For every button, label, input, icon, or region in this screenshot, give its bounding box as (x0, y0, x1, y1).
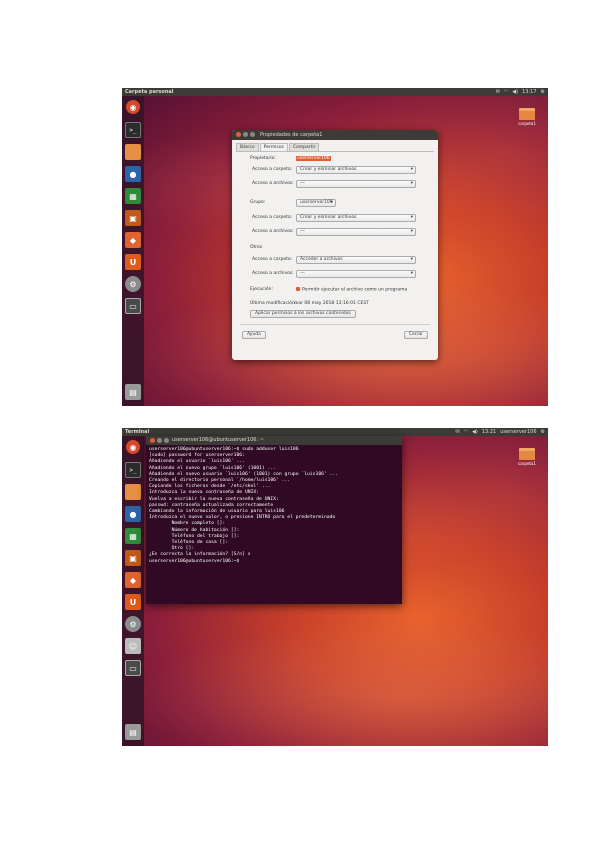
terminal-output[interactable]: userserver106@ubuntuserver106:~$ sudo ad… (146, 445, 402, 567)
close-window-button[interactable] (150, 438, 155, 443)
window-controls (236, 132, 255, 137)
launcher: ◉ >_ ● ▦ ▣ ◆ U ⚙ ▭ ▤ (122, 96, 144, 406)
others-file-access-select[interactable]: --- (296, 270, 416, 278)
dash-icon[interactable]: ◉ (126, 440, 140, 454)
terminal-icon[interactable]: >_ (125, 462, 141, 478)
others-folder-access-label: Acceso a carpeta: (252, 257, 293, 262)
user-menu[interactable]: userserver106 (500, 428, 536, 436)
volume-icon[interactable]: ◀) (472, 428, 478, 436)
tab-compartir[interactable]: Compartir (288, 143, 320, 151)
dialog-titlebar[interactable]: Propiedades de carpeta1 (232, 130, 438, 140)
firefox-icon[interactable]: ● (125, 166, 141, 182)
modified-value: mar 08 may 2018 13:16:01 CEST (294, 301, 369, 306)
group-folder-access-select[interactable]: Crear y eliminar archivos (296, 214, 416, 222)
group-file-access-select[interactable]: --- (296, 228, 416, 236)
clock[interactable]: 13:17 (522, 88, 536, 96)
others-label: Otros (250, 245, 263, 250)
minimize-window-button[interactable] (157, 438, 162, 443)
top-panel: Terminal ✉ ◠ ◀) 13:21 userserver106 ⚙ (122, 428, 548, 436)
dash-icon[interactable]: ◉ (126, 100, 140, 114)
tab-basico[interactable]: Básico (236, 143, 259, 151)
help-button[interactable]: Ayuda (242, 331, 266, 339)
indicator-area[interactable]: ✉ ◠ ◀) 13:21 userserver106 ⚙ (455, 428, 545, 436)
others-folder-access-select[interactable]: Acceder a archivos (296, 256, 416, 264)
system-settings-icon[interactable]: ⚙ (125, 616, 141, 632)
software-center-icon[interactable]: ◆ (125, 232, 141, 248)
owner-file-access-label: Acceso a archivos: (252, 181, 294, 186)
files-icon[interactable] (125, 484, 141, 500)
terminal-title: userserver106@ubuntuserver106: ~ (172, 437, 264, 443)
terminal-window[interactable]: userserver106@ubuntuserver106: ~ userser… (146, 436, 402, 604)
users-icon[interactable]: ☺ (125, 638, 141, 654)
workspaces-icon[interactable]: ▭ (125, 660, 141, 676)
active-app-title: Terminal (125, 429, 150, 435)
volume-icon[interactable]: ◀) (512, 88, 518, 96)
top-panel: Carpeta personal ✉ ◠ ◀) 13:17 ⚙ (122, 88, 548, 96)
properties-dialog: Propiedades de carpeta1 Básico Permisos … (232, 130, 438, 360)
group-label: Grupo: (250, 200, 266, 205)
exec-label: Ejecución: (250, 287, 274, 292)
network-icon[interactable]: ◠ (464, 428, 468, 436)
libreoffice-impress-icon[interactable]: ▣ (125, 210, 141, 226)
workspaces-icon[interactable]: ▭ (125, 298, 141, 314)
folder-icon (519, 108, 535, 120)
libreoffice-calc-icon[interactable]: ▦ (125, 188, 141, 204)
clock[interactable]: 13:21 (482, 428, 496, 436)
session-gear-icon[interactable]: ⚙ (541, 88, 545, 96)
dialog-tabs: Básico Permisos Compartir (232, 140, 438, 151)
desktop-folder-label: carpeta1 (518, 461, 536, 466)
window-controls (150, 438, 169, 443)
screenshot-terminal-adduser: Terminal ✉ ◠ ◀) 13:21 userserver106 ⚙ ◉ … (122, 428, 548, 746)
modified-label: Última modificación: (250, 301, 297, 306)
others-file-access-label: Acceso a archivos: (252, 271, 294, 276)
desktop-folder-carpeta1[interactable]: carpeta1 (514, 448, 540, 466)
exec-checkbox[interactable]: Permitir ejecutar el archivo como un pro… (296, 287, 407, 293)
owner-folder-access-select[interactable]: Crear y eliminar archivos (296, 166, 416, 174)
ubuntu-one-icon[interactable]: U (125, 254, 141, 270)
mail-icon[interactable]: ✉ (496, 88, 500, 96)
trash-icon[interactable]: ▤ (125, 384, 141, 400)
firefox-icon[interactable]: ● (125, 506, 141, 522)
ubuntu-one-icon[interactable]: U (125, 594, 141, 610)
mail-icon[interactable]: ✉ (455, 428, 459, 436)
desktop-folder-carpeta1[interactable]: carpeta1 (514, 108, 540, 126)
terminal-line: userserver106@ubuntuserver106:~$ (149, 558, 240, 564)
folder-icon (519, 448, 535, 460)
maximize-window-button[interactable] (164, 438, 169, 443)
software-center-icon[interactable]: ◆ (125, 572, 141, 588)
network-icon[interactable]: ◠ (504, 88, 508, 96)
tab-permisos[interactable]: Permisos (259, 143, 288, 151)
owner-file-access-select[interactable]: --- (296, 180, 416, 188)
launcher: ◉ >_ ● ▦ ▣ ◆ U ⚙ ☺ ▭ ▤ (122, 436, 144, 746)
dialog-separator (240, 324, 430, 325)
group-select[interactable]: userserver106 (296, 199, 336, 207)
checkbox-icon (296, 287, 300, 291)
close-window-button[interactable] (236, 132, 241, 137)
libreoffice-calc-icon[interactable]: ▦ (125, 528, 141, 544)
minimize-window-button[interactable] (243, 132, 248, 137)
session-gear-icon[interactable]: ⚙ (541, 428, 545, 436)
maximize-window-button[interactable] (250, 132, 255, 137)
permissions-panel: Propietario: userserver106 Acceso a carp… (236, 151, 434, 347)
exec-checkbox-label: Permitir ejecutar el archivo como un pro… (302, 287, 408, 293)
apply-permissions-button[interactable]: Aplicar permisos a los archivos contenid… (250, 310, 356, 318)
files-icon[interactable] (125, 144, 141, 160)
group-file-access-label: Acceso a archivos: (252, 229, 294, 234)
screenshot-folder-properties: Carpeta personal ✉ ◠ ◀) 13:17 ⚙ ◉ >_ ● ▦… (122, 88, 548, 406)
desktop-folder-label: carpeta1 (518, 121, 536, 126)
group-folder-access-label: Acceso a carpeta: (252, 215, 293, 220)
libreoffice-impress-icon[interactable]: ▣ (125, 550, 141, 566)
indicator-area[interactable]: ✉ ◠ ◀) 13:17 ⚙ (496, 88, 545, 96)
trash-icon[interactable]: ▤ (125, 724, 141, 740)
owner-label: Propietario: (250, 156, 276, 161)
terminal-icon[interactable]: >_ (125, 122, 141, 138)
terminal-titlebar[interactable]: userserver106@ubuntuserver106: ~ (146, 436, 402, 445)
system-settings-icon[interactable]: ⚙ (125, 276, 141, 292)
close-button[interactable]: Cerrar (403, 331, 428, 339)
dialog-title: Propiedades de carpeta1 (260, 132, 323, 138)
owner-value: userserver106 (296, 156, 331, 161)
active-app-title: Carpeta personal (125, 89, 174, 95)
owner-folder-access-label: Acceso a carpeta: (252, 167, 293, 172)
